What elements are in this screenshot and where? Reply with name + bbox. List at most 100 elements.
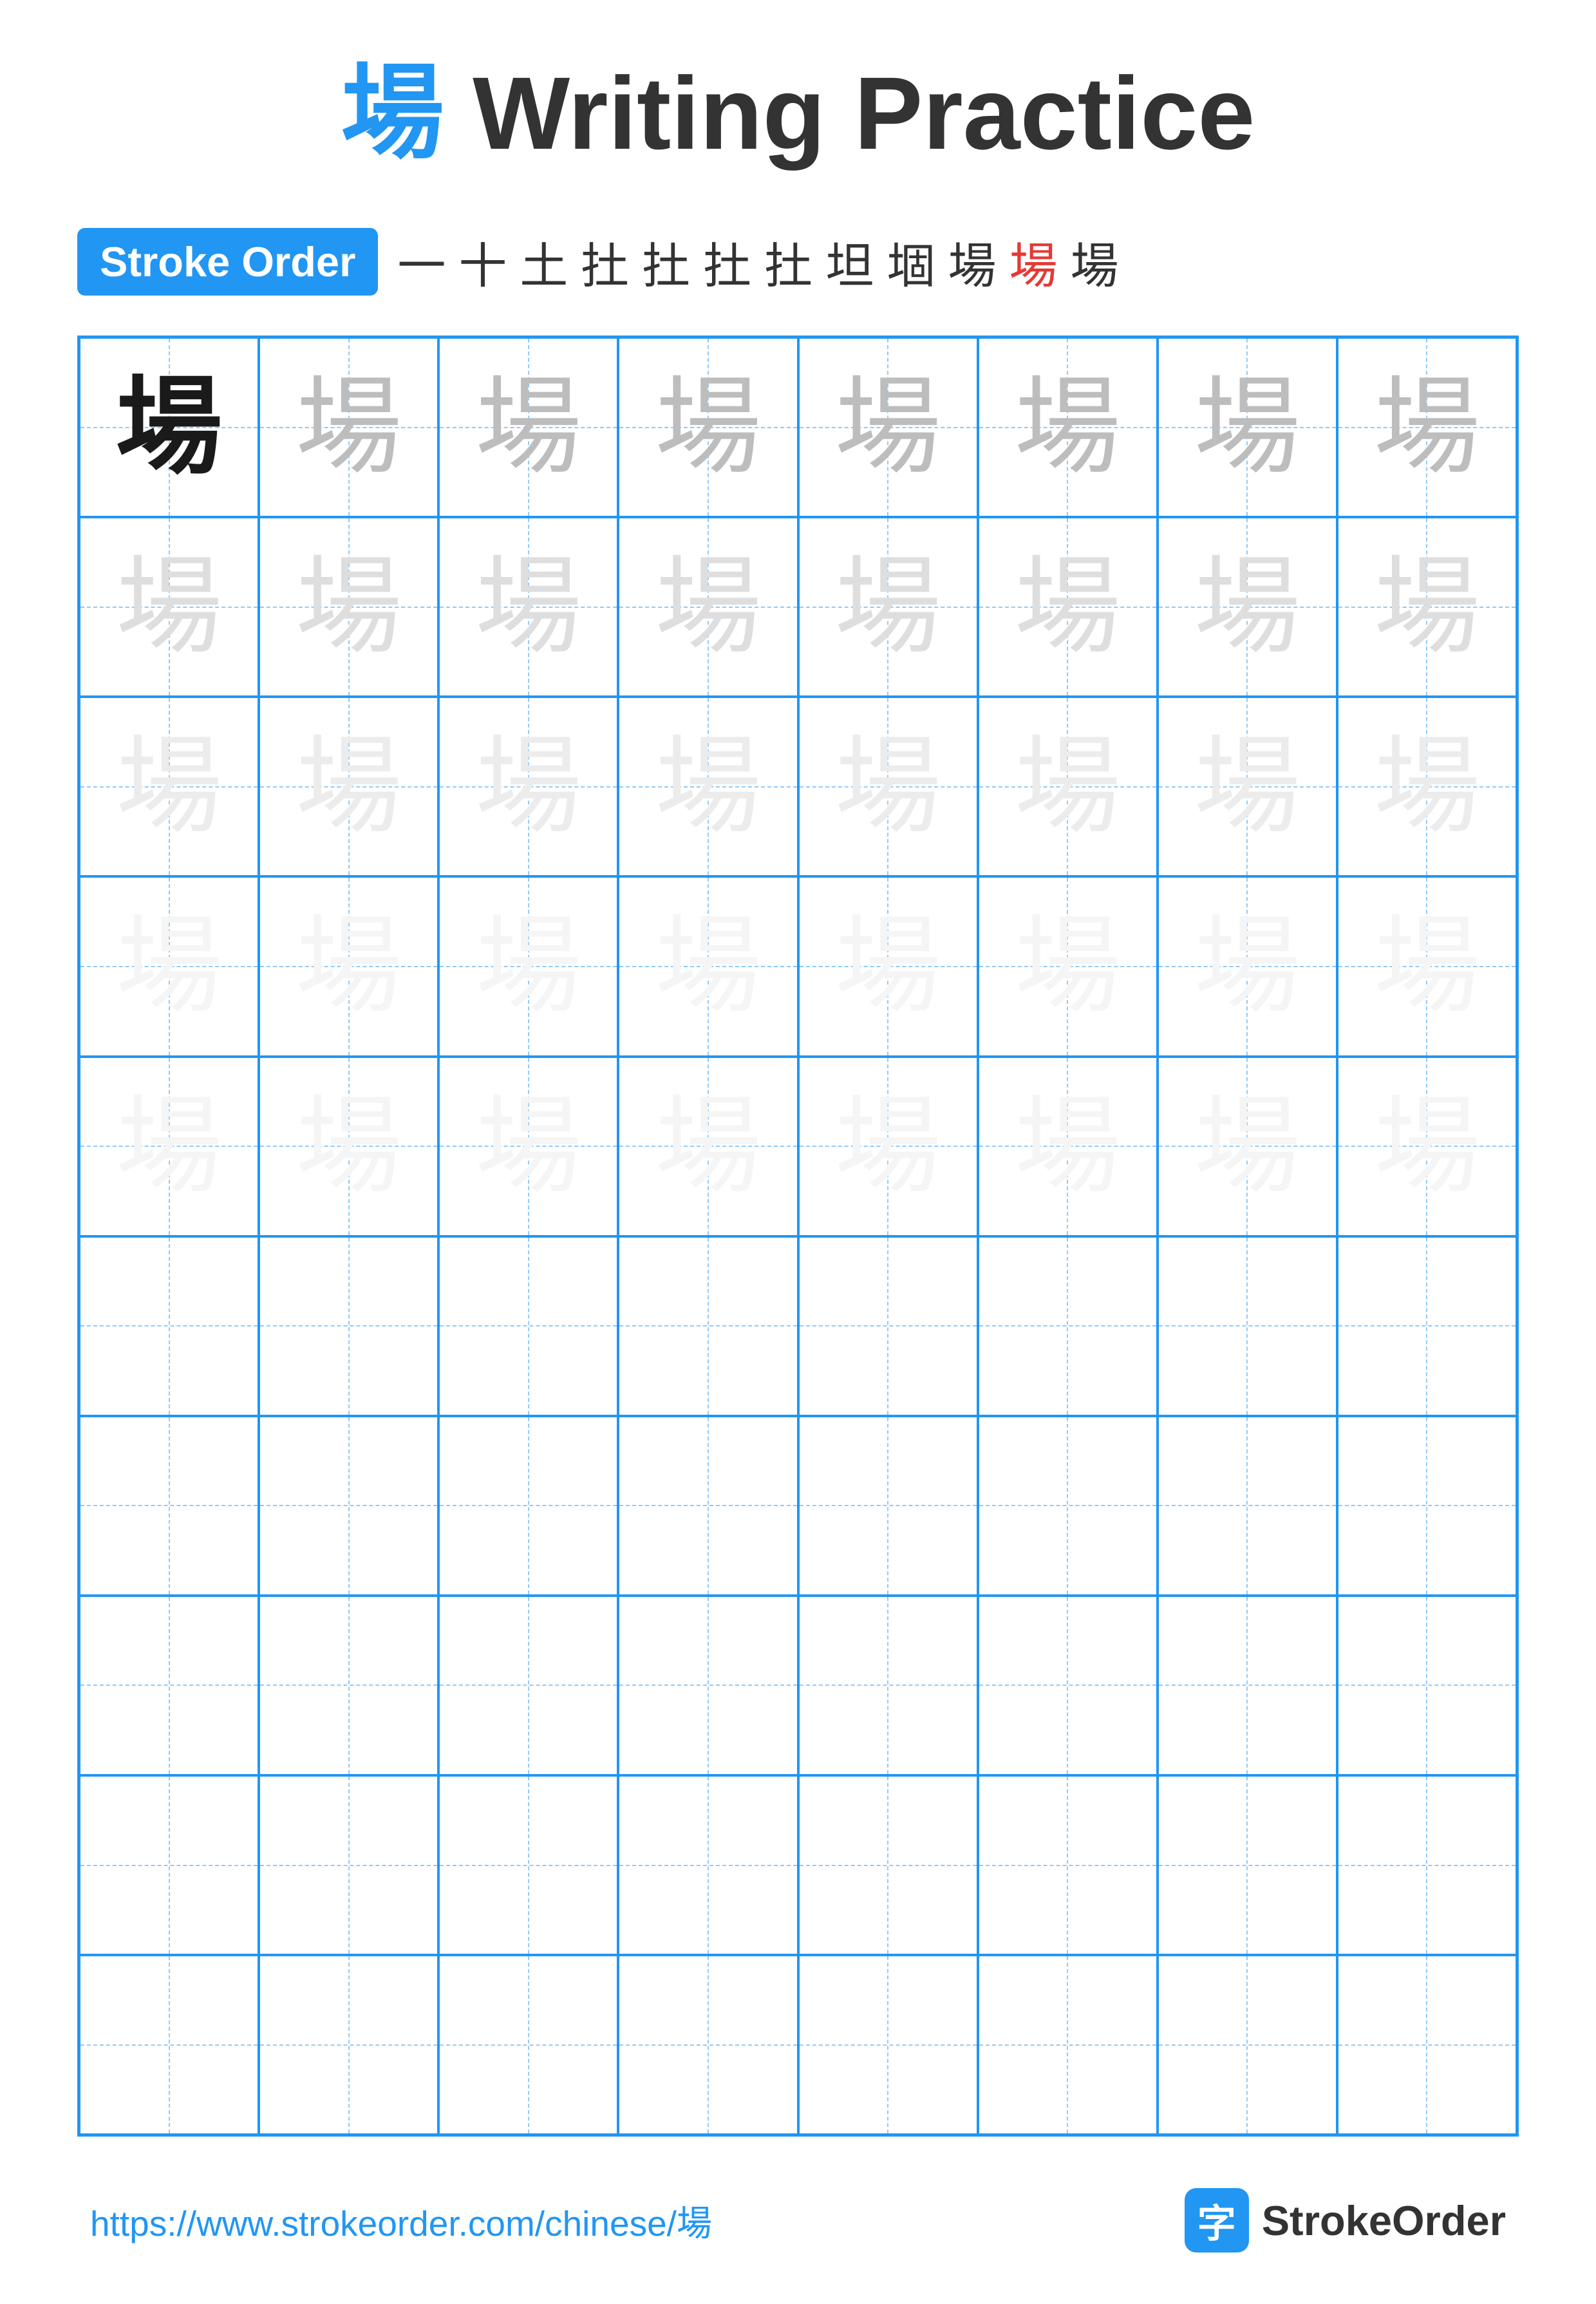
- page-container: 場 Writing Practice Stroke Order 一 十 土 扗 …: [0, 0, 1596, 2304]
- cell-1-4[interactable]: 場: [618, 337, 798, 517]
- cell-4-2[interactable]: 場: [259, 876, 438, 1056]
- cell-6-7[interactable]: [1158, 1236, 1337, 1416]
- cell-5-5[interactable]: 場: [798, 1057, 978, 1236]
- cell-2-3[interactable]: 場: [438, 517, 618, 697]
- cell-9-2[interactable]: [259, 1775, 438, 1955]
- cell-7-2[interactable]: [259, 1416, 438, 1596]
- cell-5-3[interactable]: 場: [438, 1057, 618, 1236]
- cell-7-3[interactable]: [438, 1416, 618, 1596]
- cell-4-6[interactable]: 場: [978, 876, 1158, 1056]
- char-1-1: 場: [116, 374, 222, 480]
- cell-3-2[interactable]: 場: [259, 697, 438, 876]
- cell-8-5[interactable]: [798, 1596, 978, 1775]
- cell-3-6[interactable]: 場: [978, 697, 1158, 876]
- cell-3-1[interactable]: 場: [79, 697, 259, 876]
- cell-6-2[interactable]: [259, 1236, 438, 1416]
- cell-3-5[interactable]: 場: [798, 697, 978, 876]
- cell-2-1[interactable]: 場: [79, 517, 259, 697]
- cell-8-6[interactable]: [978, 1596, 1158, 1775]
- char-1-4: 場: [655, 374, 761, 480]
- cell-10-7[interactable]: [1158, 1955, 1337, 2135]
- cell-7-4[interactable]: [618, 1416, 798, 1596]
- char-1-3: 場: [475, 374, 581, 480]
- cell-7-6[interactable]: [978, 1416, 1158, 1596]
- grid-row-6: [79, 1236, 1517, 1416]
- stroke-5: 扗: [642, 227, 690, 297]
- cell-1-8[interactable]: 場: [1337, 337, 1517, 517]
- cell-9-7[interactable]: [1158, 1775, 1337, 1955]
- cell-6-8[interactable]: [1337, 1236, 1517, 1416]
- cell-9-5[interactable]: [798, 1775, 978, 1955]
- cell-3-4[interactable]: 場: [618, 697, 798, 876]
- cell-5-7[interactable]: 場: [1158, 1057, 1337, 1236]
- stroke-7: 扗: [764, 227, 812, 297]
- cell-6-3[interactable]: [438, 1236, 618, 1416]
- cell-6-4[interactable]: [618, 1236, 798, 1416]
- cell-7-8[interactable]: [1337, 1416, 1517, 1596]
- cell-10-2[interactable]: [259, 1955, 438, 2135]
- cell-1-5[interactable]: 場: [798, 337, 978, 517]
- cell-9-6[interactable]: [978, 1775, 1158, 1955]
- char-5-1: 場: [116, 1093, 222, 1200]
- stroke-4: 扗: [581, 227, 629, 297]
- cell-2-6[interactable]: 場: [978, 517, 1158, 697]
- cell-7-1[interactable]: [79, 1416, 259, 1596]
- cell-5-4[interactable]: 場: [618, 1057, 798, 1236]
- cell-5-2[interactable]: 場: [259, 1057, 438, 1236]
- char-3-4: 場: [655, 733, 761, 840]
- cell-6-5[interactable]: [798, 1236, 978, 1416]
- cell-7-5[interactable]: [798, 1416, 978, 1596]
- cell-2-8[interactable]: 場: [1337, 517, 1517, 697]
- cell-8-4[interactable]: [618, 1596, 798, 1775]
- cell-9-4[interactable]: [618, 1775, 798, 1955]
- cell-10-3[interactable]: [438, 1955, 618, 2135]
- cell-8-1[interactable]: [79, 1596, 259, 1775]
- stroke-6: 扗: [703, 227, 751, 297]
- grid-row-7: [79, 1416, 1517, 1596]
- footer-url[interactable]: https://www.strokeorder.com/chinese/場: [90, 2195, 712, 2246]
- cell-4-8[interactable]: 場: [1337, 876, 1517, 1056]
- cell-4-1[interactable]: 場: [79, 876, 259, 1056]
- cell-1-2[interactable]: 場: [259, 337, 438, 517]
- cell-10-5[interactable]: [798, 1955, 978, 2135]
- cell-4-7[interactable]: 場: [1158, 876, 1337, 1056]
- cell-8-8[interactable]: [1337, 1596, 1517, 1775]
- char-3-5: 場: [835, 733, 941, 840]
- cell-9-3[interactable]: [438, 1775, 618, 1955]
- cell-4-4[interactable]: 場: [618, 876, 798, 1056]
- cell-1-7[interactable]: 場: [1158, 337, 1337, 517]
- cell-3-7[interactable]: 場: [1158, 697, 1337, 876]
- cell-10-8[interactable]: [1337, 1955, 1517, 2135]
- cell-2-4[interactable]: 場: [618, 517, 798, 697]
- cell-7-7[interactable]: [1158, 1416, 1337, 1596]
- cell-4-3[interactable]: 場: [438, 876, 618, 1056]
- stroke-8: 坦: [825, 227, 874, 297]
- cell-6-6[interactable]: [978, 1236, 1158, 1416]
- cell-5-8[interactable]: 場: [1337, 1057, 1517, 1236]
- char-5-4: 場: [655, 1093, 761, 1200]
- cell-6-1[interactable]: [79, 1236, 259, 1416]
- char-2-3: 場: [475, 554, 581, 660]
- cell-8-3[interactable]: [438, 1596, 618, 1775]
- footer: https://www.strokeorder.com/chinese/場 字 …: [77, 2188, 1519, 2252]
- cell-2-2[interactable]: 場: [259, 517, 438, 697]
- cell-9-8[interactable]: [1337, 1775, 1517, 1955]
- cell-8-2[interactable]: [259, 1596, 438, 1775]
- char-2-7: 場: [1194, 554, 1300, 660]
- cell-9-1[interactable]: [79, 1775, 259, 1955]
- cell-1-1[interactable]: 場: [79, 337, 259, 517]
- cell-4-5[interactable]: 場: [798, 876, 978, 1056]
- cell-10-6[interactable]: [978, 1955, 1158, 2135]
- cell-5-1[interactable]: 場: [79, 1057, 259, 1236]
- cell-1-6[interactable]: 場: [978, 337, 1158, 517]
- cell-3-3[interactable]: 場: [438, 697, 618, 876]
- cell-2-7[interactable]: 場: [1158, 517, 1337, 697]
- cell-10-1[interactable]: [79, 1955, 259, 2135]
- cell-1-3[interactable]: 場: [438, 337, 618, 517]
- char-4-6: 場: [1015, 913, 1121, 1019]
- cell-8-7[interactable]: [1158, 1596, 1337, 1775]
- cell-2-5[interactable]: 場: [798, 517, 978, 697]
- cell-10-4[interactable]: [618, 1955, 798, 2135]
- cell-3-8[interactable]: 場: [1337, 697, 1517, 876]
- cell-5-6[interactable]: 場: [978, 1057, 1158, 1236]
